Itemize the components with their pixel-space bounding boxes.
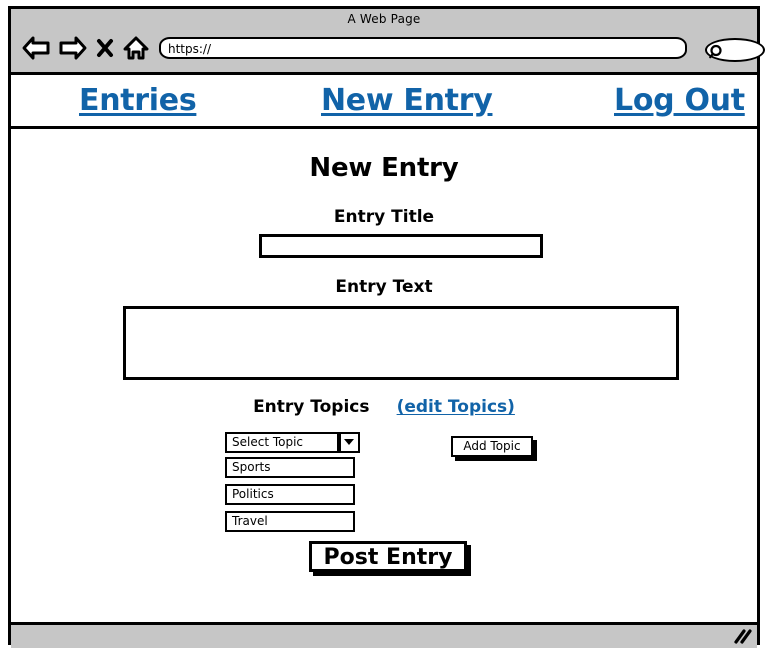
entry-text-label: Entry Text — [335, 277, 433, 297]
nav-link-new-entry[interactable]: New Entry — [321, 83, 493, 118]
post-entry-button[interactable]: Post Entry — [309, 541, 467, 572]
status-bar — [11, 622, 757, 648]
list-item[interactable]: Sports — [225, 457, 355, 478]
nav-link-entries[interactable]: Entries — [79, 83, 197, 118]
edit-topics-link[interactable]: (edit Topics) — [397, 397, 515, 417]
topic-option-label: Politics — [232, 487, 274, 501]
topic-select[interactable]: Select Topic — [225, 432, 339, 453]
window-title: A Web Page — [347, 12, 421, 26]
close-x-icon[interactable] — [95, 35, 115, 61]
browser-toolbar: A Web Page https:// — [11, 9, 765, 75]
add-topic-button-label: Add Topic — [463, 439, 521, 453]
home-icon[interactable] — [122, 35, 150, 61]
resize-grip-icon[interactable] — [732, 628, 752, 650]
site-navigation: Entries New Entry Log Out — [11, 75, 757, 129]
topic-option-label: Travel — [232, 514, 268, 528]
screenshot-root: A Web Page https:// Entries New Entry Lo… — [0, 0, 770, 657]
post-entry-button-label: Post Entry — [323, 545, 453, 570]
entry-title-label: Entry Title — [333, 207, 435, 227]
entry-topics-label: Entry Topics — [253, 397, 370, 417]
list-item[interactable]: Politics — [225, 484, 355, 505]
search-icon — [709, 44, 722, 59]
entry-topics-row: Entry Topics (edit Topics) — [11, 397, 757, 417]
add-topic-button[interactable]: Add Topic — [451, 436, 533, 457]
page-title: New Entry — [309, 153, 459, 183]
page-viewport: Entries New Entry Log Out New Entry Entr… — [11, 75, 757, 622]
nav-link-log-out[interactable]: Log Out — [614, 83, 745, 118]
list-item[interactable]: Travel — [225, 511, 355, 532]
back-arrow-icon[interactable] — [21, 35, 51, 61]
entry-title-input[interactable] — [259, 234, 543, 258]
topic-select-value: Select Topic — [232, 435, 304, 449]
browser-window: A Web Page https:// Entries New Entry Lo… — [8, 6, 765, 648]
forward-arrow-icon[interactable] — [58, 35, 88, 61]
main-content: New Entry Entry Title Entry Text Entry T… — [11, 129, 757, 619]
url-input[interactable]: https:// — [168, 41, 211, 57]
search-input[interactable] — [705, 38, 765, 62]
url-bar[interactable]: https:// — [159, 37, 687, 59]
topic-option-label: Sports — [232, 460, 271, 474]
browser-nav-icons — [21, 35, 150, 61]
entry-text-textarea[interactable] — [123, 306, 679, 380]
chevron-down-icon[interactable] — [339, 432, 360, 453]
